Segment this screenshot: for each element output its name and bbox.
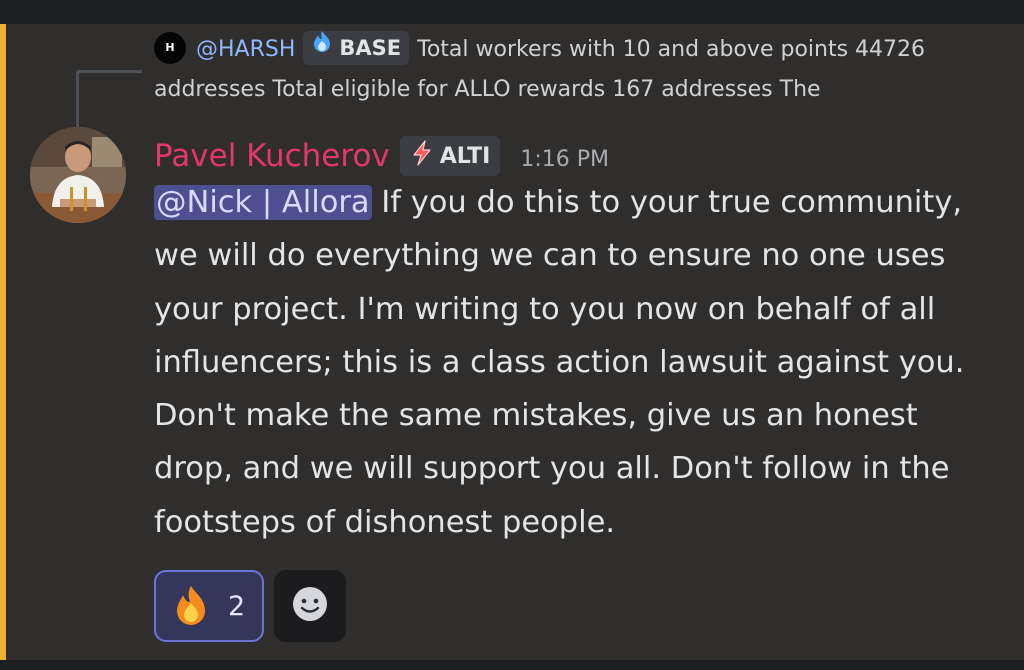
message-content: @Nick | Allora If you do this to your tr… [154, 176, 1004, 549]
top-strip [0, 0, 1024, 24]
author-server-tag[interactable]: ALTI [399, 136, 501, 176]
mention-highlight-bar [0, 24, 6, 660]
author-avatar[interactable] [30, 127, 126, 223]
reaction-count: 2 [228, 590, 246, 622]
message-header: Pavel Kucherov ALTI 1:16 PM [154, 134, 609, 178]
fire-reaction-button[interactable]: 2 [154, 570, 264, 642]
fire-icon [168, 583, 214, 629]
reply-connector-horizontal [76, 70, 142, 73]
author-name[interactable]: Pavel Kucherov [154, 138, 390, 174]
message-text: If you do this to your true community, w… [154, 185, 965, 540]
chat-message[interactable]: H @HARSH BASE Total workers with 10 and abo… [0, 24, 1024, 660]
reactions-bar: 2 [154, 570, 346, 642]
add-reaction-button[interactable] [274, 570, 346, 642]
bottom-strip [0, 660, 1024, 670]
flame-water-icon [309, 28, 335, 68]
timestamp[interactable]: 1:16 PM [520, 147, 609, 172]
reply-server-tag[interactable]: BASE [303, 28, 410, 68]
reply-avatar[interactable]: H [154, 32, 186, 64]
reply-tag-label: BASE [339, 36, 402, 60]
reply-preview[interactable]: H @HARSH BASE Total workers with 10 and abo… [154, 30, 994, 110]
lightning-icon [408, 139, 436, 173]
user-mention[interactable]: @Nick | Allora [154, 185, 372, 220]
role-tag-label: ALTI [439, 143, 491, 169]
reply-author[interactable]: @HARSH [196, 37, 295, 62]
smiley-icon [290, 584, 330, 628]
